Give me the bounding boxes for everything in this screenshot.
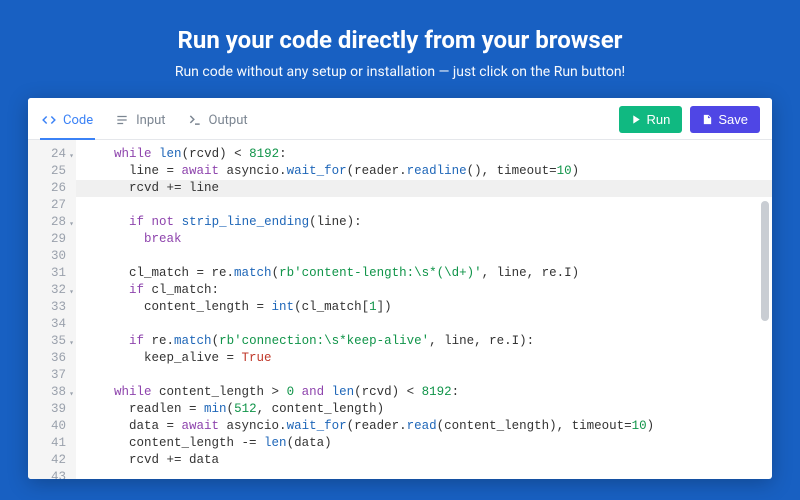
- action-buttons: Run Save: [619, 106, 761, 139]
- scrollbar-track: [761, 146, 769, 473]
- code-line: while len(rcvd) < 8192:: [84, 146, 772, 163]
- code-line: [84, 248, 772, 265]
- code-line: rcvd += data: [84, 452, 772, 469]
- code-content[interactable]: while len(rcvd) < 8192: line = await asy…: [76, 140, 772, 479]
- line-number: 43: [38, 469, 72, 479]
- code-icon: [42, 113, 56, 127]
- code-line: keep_alive = True: [84, 350, 772, 367]
- line-number: 37: [38, 367, 72, 384]
- line-number: 28: [38, 214, 72, 231]
- line-number-gutter: 2425262728293031323334353637383940414243: [28, 140, 76, 479]
- tab-list: Code Input Output: [40, 107, 619, 139]
- line-number: 34: [38, 316, 72, 333]
- code-line: readlen = min(512, content_length): [84, 401, 772, 418]
- line-number: 32: [38, 282, 72, 299]
- editor-card: Code Input Output Run Save 2425262728293…: [28, 98, 772, 479]
- code-editor[interactable]: 2425262728293031323334353637383940414243…: [28, 140, 772, 479]
- save-button-label: Save: [718, 112, 748, 127]
- code-line: content_length -= len(data): [84, 435, 772, 452]
- tab-output[interactable]: Output: [186, 107, 250, 140]
- input-icon: [115, 113, 129, 127]
- play-icon: [631, 114, 642, 125]
- run-button[interactable]: Run: [619, 106, 683, 133]
- line-number: 31: [38, 265, 72, 282]
- code-line: break: [84, 231, 772, 248]
- tab-input[interactable]: Input: [113, 107, 167, 140]
- line-number: 38: [38, 384, 72, 401]
- line-number: 40: [38, 418, 72, 435]
- line-number: 36: [38, 350, 72, 367]
- line-number: 26: [38, 180, 72, 197]
- tab-output-label: Output: [209, 113, 248, 128]
- line-number: 30: [38, 248, 72, 265]
- code-line: [84, 316, 772, 333]
- line-number: 39: [38, 401, 72, 418]
- code-line: cl_match = re.match(rb'content-length:\s…: [84, 265, 772, 282]
- code-line: [84, 367, 772, 384]
- code-line: [84, 197, 772, 214]
- line-number: 25: [38, 163, 72, 180]
- line-number: 42: [38, 452, 72, 469]
- output-icon: [188, 113, 202, 127]
- code-line: [84, 469, 772, 479]
- scrollbar-thumb[interactable]: [761, 201, 769, 321]
- save-button[interactable]: Save: [690, 106, 760, 133]
- code-line: content_length = int(cl_match[1]): [84, 299, 772, 316]
- tab-code-label: Code: [63, 113, 93, 128]
- line-number: 27: [38, 197, 72, 214]
- hero-subtitle: Run code without any setup or installati…: [20, 64, 780, 80]
- line-number: 29: [38, 231, 72, 248]
- hero-title: Run your code directly from your browser: [20, 26, 780, 54]
- line-number: 33: [38, 299, 72, 316]
- code-line: data = await asyncio.wait_for(reader.rea…: [84, 418, 772, 435]
- run-button-label: Run: [647, 112, 671, 127]
- code-line: while content_length > 0 and len(rcvd) <…: [84, 384, 772, 401]
- editor-toolbar: Code Input Output Run Save: [28, 98, 772, 140]
- line-number: 41: [38, 435, 72, 452]
- code-line: if not strip_line_ending(line):: [84, 214, 772, 231]
- code-line: line = await asyncio.wait_for(reader.rea…: [84, 163, 772, 180]
- tab-code[interactable]: Code: [40, 107, 95, 140]
- save-icon: [702, 114, 713, 125]
- line-number: 35: [38, 333, 72, 350]
- hero: Run your code directly from your browser…: [0, 0, 800, 98]
- line-number: 24: [38, 146, 72, 163]
- code-line: if re.match(rb'connection:\s*keep-alive'…: [84, 333, 772, 350]
- code-line: if cl_match:: [84, 282, 772, 299]
- code-line: rcvd += line: [76, 180, 772, 197]
- tab-input-label: Input: [136, 113, 165, 128]
